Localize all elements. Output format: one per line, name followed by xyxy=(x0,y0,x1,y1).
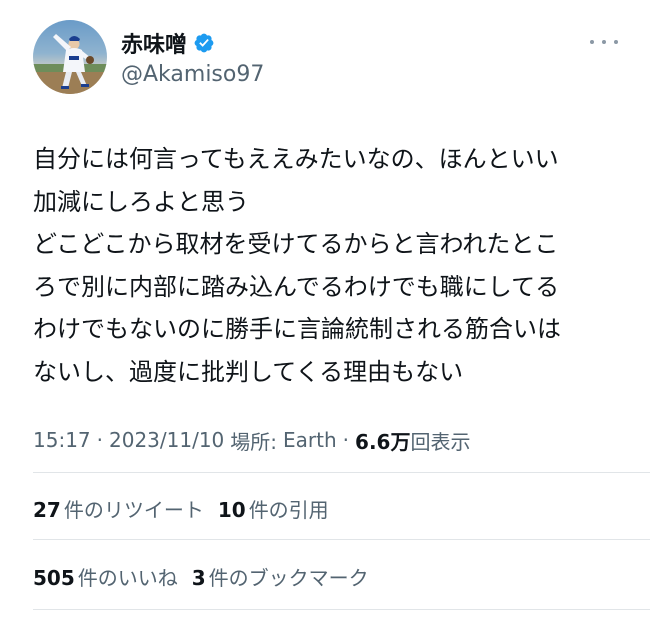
divider xyxy=(33,539,650,540)
tweet-line: ないし、過度に批判してくる理由もない xyxy=(33,357,464,386)
location-value[interactable]: Earth xyxy=(283,428,337,452)
more-options-icon[interactable] xyxy=(590,34,618,50)
likes-stat[interactable]: 505 件のいいね xyxy=(33,562,178,591)
tweet-time[interactable]: 15:17 xyxy=(33,428,91,452)
divider xyxy=(33,472,650,473)
stats-row-shares: 27 件のリツイート 10 件の引用 xyxy=(33,493,343,523)
quotes-stat[interactable]: 10 件の引用 xyxy=(218,494,329,523)
bookmarks-count: 3 xyxy=(191,565,206,590)
quotes-label: 件の引用 xyxy=(248,497,329,522)
views-label: 回表示 xyxy=(410,429,471,454)
tweet-date[interactable]: 2023/11/10 xyxy=(109,428,224,452)
retweets-count: 27 xyxy=(33,497,61,522)
tweet-line: ろで別に内部に踏み込んでるわけでも職にしてる xyxy=(33,272,560,301)
handle[interactable]: @Akamiso97 xyxy=(121,62,264,87)
tweet-line: 自分には何言ってもええみたいなの、ほんといい xyxy=(33,145,559,173)
avatar-baseball-pitcher xyxy=(33,34,107,94)
likes-label: 件のいいね xyxy=(77,565,178,590)
retweets-stat[interactable]: 27 件のリツイート xyxy=(33,494,204,523)
verified-badge-icon xyxy=(193,32,215,54)
likes-count: 505 xyxy=(33,565,75,590)
author-name-row[interactable]: 赤味噌 xyxy=(121,28,215,58)
meta-separator: · xyxy=(96,428,103,452)
avatar[interactable] xyxy=(33,20,107,94)
stats-row-likes: 505 件のいいね 3 件のブックマーク xyxy=(33,561,383,591)
display-name[interactable]: 赤味噌 xyxy=(121,27,187,59)
views-count: 6.6万 xyxy=(355,429,411,454)
tweet-line: わけでもないのに勝手に言論統制される筋合いは xyxy=(33,315,561,344)
retweets-label: 件のリツイート xyxy=(63,497,204,522)
bookmarks-label: 件のブックマーク xyxy=(208,565,369,590)
tweet-text: 自分には何言ってもええみたいなの、ほんといい 加減にしろよと思う どこどこから取… xyxy=(33,138,633,394)
meta-separator: · xyxy=(342,428,350,452)
quotes-count: 10 xyxy=(217,497,246,522)
tweet-line: 加減にしろよと思う xyxy=(33,187,249,216)
bookmarks-stat[interactable]: 3 件のブックマーク xyxy=(192,562,369,591)
divider xyxy=(33,609,650,610)
tweet-meta: 15:17 · 2023/11/10 場所: Earth · 6.6万 回表示 xyxy=(33,425,470,455)
location-label: 場所: xyxy=(230,429,278,454)
tweet-line: どこどこから取材を受けてるからと言われたとこ xyxy=(33,230,559,259)
